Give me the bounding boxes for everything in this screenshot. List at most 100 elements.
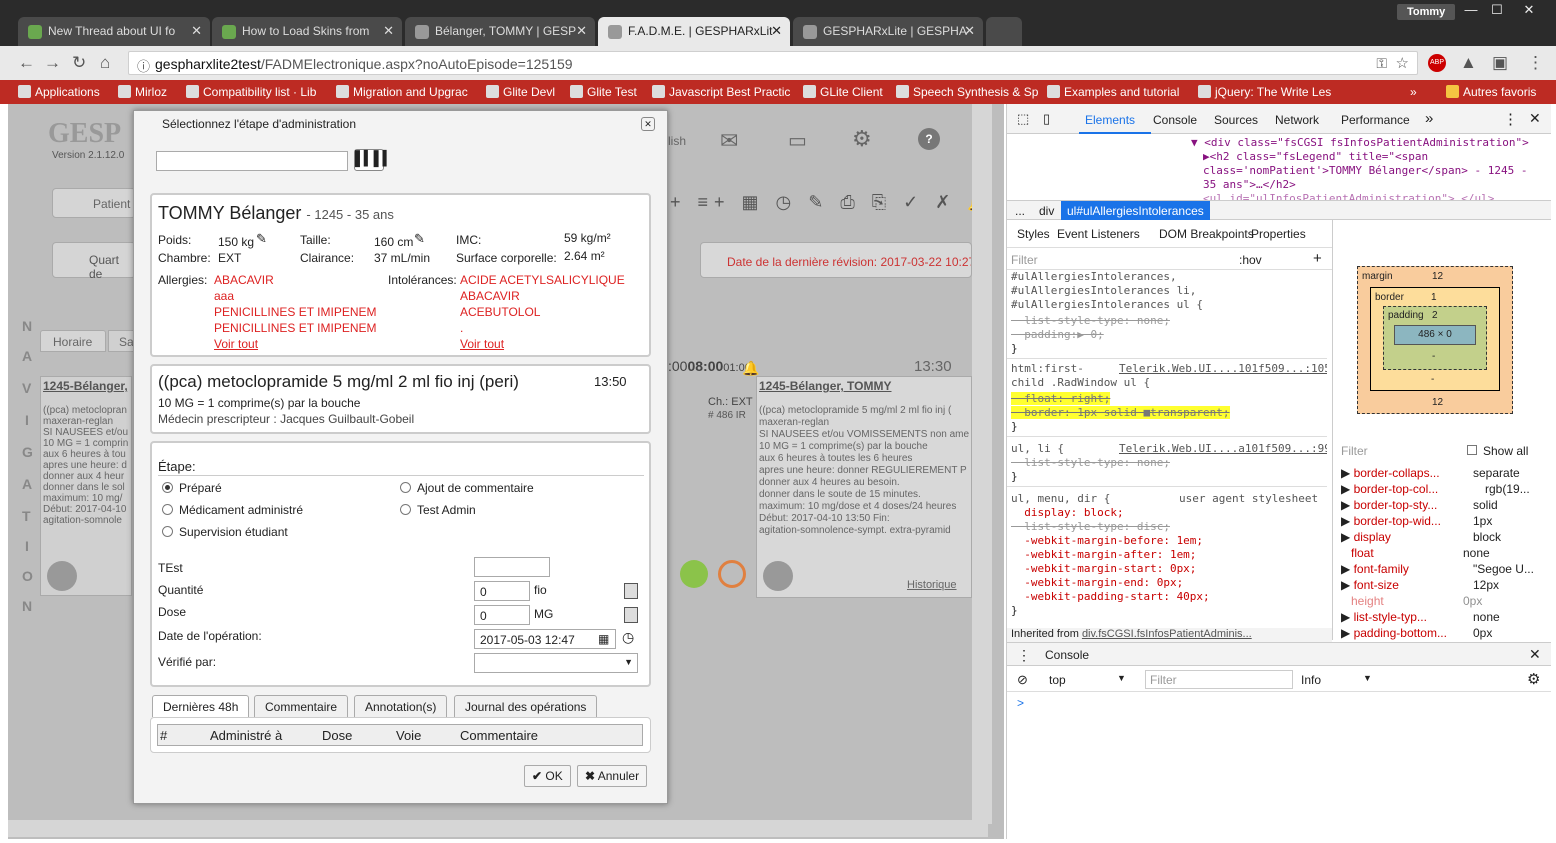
drawer-menu-icon[interactable]: ⋮: [1017, 647, 1031, 664]
ok-button[interactable]: ✔ OK: [524, 765, 571, 787]
computed-row[interactable]: ▶ font-size 12px: [1341, 578, 1499, 592]
bookmark-item[interactable]: Applications: [18, 85, 100, 99]
book-icon[interactable]: [47, 561, 77, 591]
browser-tab[interactable]: How to Load Skins from ✕: [212, 17, 402, 46]
verified-by-select[interactable]: ▼: [474, 653, 638, 673]
close-tab-icon[interactable]: ✕: [964, 23, 975, 39]
adblock-icon[interactable]: ABP: [1428, 54, 1446, 72]
console-prompt[interactable]: >: [1017, 696, 1024, 710]
close-tab-icon[interactable]: ✕: [191, 23, 202, 39]
cancel-icon[interactable]: [718, 560, 746, 588]
book-icon[interactable]: [763, 561, 793, 591]
new-tab-button[interactable]: [986, 17, 1022, 46]
history-link[interactable]: Historique: [907, 579, 957, 591]
close-tab-icon[interactable]: ✕: [576, 23, 587, 39]
language-link[interactable]: lish: [668, 134, 686, 148]
profile-badge[interactable]: Tommy: [1397, 4, 1456, 20]
styles-pane[interactable]: #ulAllergiesIntolerances, #ulAllergiesIn…: [1007, 270, 1327, 628]
step-radio-test-admin[interactable]: Test Admin: [400, 503, 476, 517]
log-level-select[interactable]: Info: [1301, 673, 1321, 687]
forward-icon[interactable]: →: [44, 53, 61, 73]
barcode-icon[interactable]: ▌▍▌▍: [354, 149, 393, 171]
tab-annotations[interactable]: Annotation(s): [354, 695, 448, 717]
computed-row[interactable]: ▶ font-family "Segoe U...: [1341, 562, 1534, 576]
computed-row[interactable]: height 0px: [1341, 594, 1482, 608]
console-drawer-tab[interactable]: Console: [1045, 648, 1089, 662]
test-input[interactable]: [474, 557, 550, 577]
computed-row[interactable]: float none: [1341, 546, 1490, 560]
bookmarks-overflow[interactable]: »: [1410, 85, 1417, 99]
context-select[interactable]: top: [1049, 673, 1066, 687]
close-drawer-icon[interactable]: ✕: [1529, 646, 1541, 663]
edit-icon[interactable]: ✎: [414, 231, 425, 247]
schedule-card-left[interactable]: 1245-Bélanger, ((pca) metoclopran maxeran…: [40, 376, 132, 596]
bookmark-item[interactable]: Javascript Best Practic: [652, 85, 790, 99]
tab-sources[interactable]: Sources: [1214, 113, 1258, 127]
step-radio-supervision[interactable]: Supervision étudiant: [162, 525, 288, 539]
bookmark-item[interactable]: Compatibility list · Lib: [186, 85, 316, 99]
subtab-properties[interactable]: Properties: [1251, 227, 1306, 241]
mail-icon[interactable]: ✉: [720, 128, 738, 154]
subtab-styles[interactable]: Styles: [1017, 227, 1050, 241]
bell-icon[interactable]: 🔔: [742, 360, 759, 377]
clear-console-icon[interactable]: ⊘: [1017, 672, 1028, 688]
bookmark-item[interactable]: Glite Test: [570, 85, 637, 99]
bookmark-item[interactable]: Autres favoris: [1446, 85, 1536, 99]
clock-icon[interactable]: ◷: [622, 629, 634, 646]
bookmark-item[interactable]: Speech Synthesis & Sp: [896, 85, 1038, 99]
see-all-allergies-link[interactable]: Voir tout: [214, 337, 258, 351]
cast-icon[interactable]: ▣: [1492, 53, 1508, 73]
bookmark-item[interactable]: jQuery: The Write Les: [1198, 85, 1331, 99]
more-tabs[interactable]: »: [1425, 110, 1433, 127]
vertical-scrollbar[interactable]: [972, 104, 992, 824]
inspect-icon[interactable]: ⬚: [1017, 111, 1029, 127]
close-dialog-icon[interactable]: ✕: [641, 117, 655, 131]
settings-icon[interactable]: ⚙: [852, 126, 872, 152]
dose-input[interactable]: 0: [474, 605, 530, 625]
horizontal-scrollbar[interactable]: [8, 820, 988, 837]
back-icon[interactable]: ←: [18, 53, 35, 73]
bookmark-item[interactable]: Migration and Upgrac: [336, 85, 468, 99]
computed-row[interactable]: ▶ list-style-typ... none: [1341, 610, 1500, 624]
browser-tab[interactable]: Bélanger, TOMMY | GESP ✕: [405, 17, 595, 46]
tab-operations-journal[interactable]: Journal des opérations: [454, 695, 598, 717]
bookmark-item[interactable]: Glite Devl: [486, 85, 555, 99]
extension-icon[interactable]: ▲: [1460, 53, 1477, 73]
hov-toggle[interactable]: :hov: [1239, 253, 1262, 267]
computed-row[interactable]: ▶ display block: [1341, 530, 1501, 544]
tab-network[interactable]: Network: [1275, 113, 1319, 127]
check-icon[interactable]: [680, 560, 708, 588]
source-link[interactable]: Telerik.Web.UI....101f509...:10580: [1119, 362, 1327, 375]
operation-date-input[interactable]: 2017-05-03 12:47: [474, 629, 616, 649]
key-icon[interactable]: ⚿: [1376, 55, 1387, 72]
help-icon[interactable]: ?: [918, 128, 940, 150]
step-radio-prepared[interactable]: Préparé: [162, 481, 222, 495]
browser-tab-active[interactable]: F.A.D.M.E. | GESPHARxLit ✕: [598, 17, 790, 46]
computed-row[interactable]: ▶ border-collaps... separate: [1341, 466, 1520, 480]
patient-button[interactable]: Patient: [52, 188, 136, 218]
calculator-icon[interactable]: [624, 607, 638, 623]
tab-horaire[interactable]: Horaire: [40, 330, 106, 352]
quantity-input[interactable]: 0: [474, 581, 530, 601]
close-tab-icon[interactable]: ✕: [383, 23, 394, 39]
step-radio-administered[interactable]: Médicament administré: [162, 503, 303, 517]
see-all-intolerances-link[interactable]: Voir tout: [460, 337, 504, 351]
browser-tab[interactable]: New Thread about UI fo ✕: [18, 17, 210, 46]
monitor-icon[interactable]: ▭: [788, 128, 807, 153]
calendar-icon[interactable]: ▦: [598, 632, 609, 646]
tab-last-48h[interactable]: Dernières 48h: [152, 695, 250, 717]
address-bar[interactable]: ⓘ gespharxlite2test/FADMElectronique.asp…: [128, 51, 1418, 75]
menu-icon[interactable]: ⋮: [1527, 53, 1544, 73]
tab-elements[interactable]: Elements: [1085, 113, 1135, 127]
calculator-icon[interactable]: [624, 583, 638, 599]
tab-sa[interactable]: Sa: [108, 330, 134, 352]
barcode-input[interactable]: [156, 151, 348, 171]
subtab-listeners[interactable]: Event Listeners: [1057, 227, 1140, 241]
toolbar-icons[interactable]: + ≡+ ▦ ◷ ✎ ⎙ ⎘ ✓ ✗ 🔔: [670, 192, 996, 213]
console-settings-icon[interactable]: ⚙: [1527, 670, 1540, 688]
dom-tree[interactable]: ▼ <div class="fsCGSI fsInfosPatientAdmin…: [1007, 134, 1551, 200]
shift-button[interactable]: Quart de: [52, 242, 136, 281]
device-icon[interactable]: ▯: [1043, 111, 1050, 127]
computed-row[interactable]: ▶ padding-bottom... 0px: [1341, 626, 1492, 640]
cancel-button[interactable]: ✖ Annuler: [577, 765, 648, 787]
